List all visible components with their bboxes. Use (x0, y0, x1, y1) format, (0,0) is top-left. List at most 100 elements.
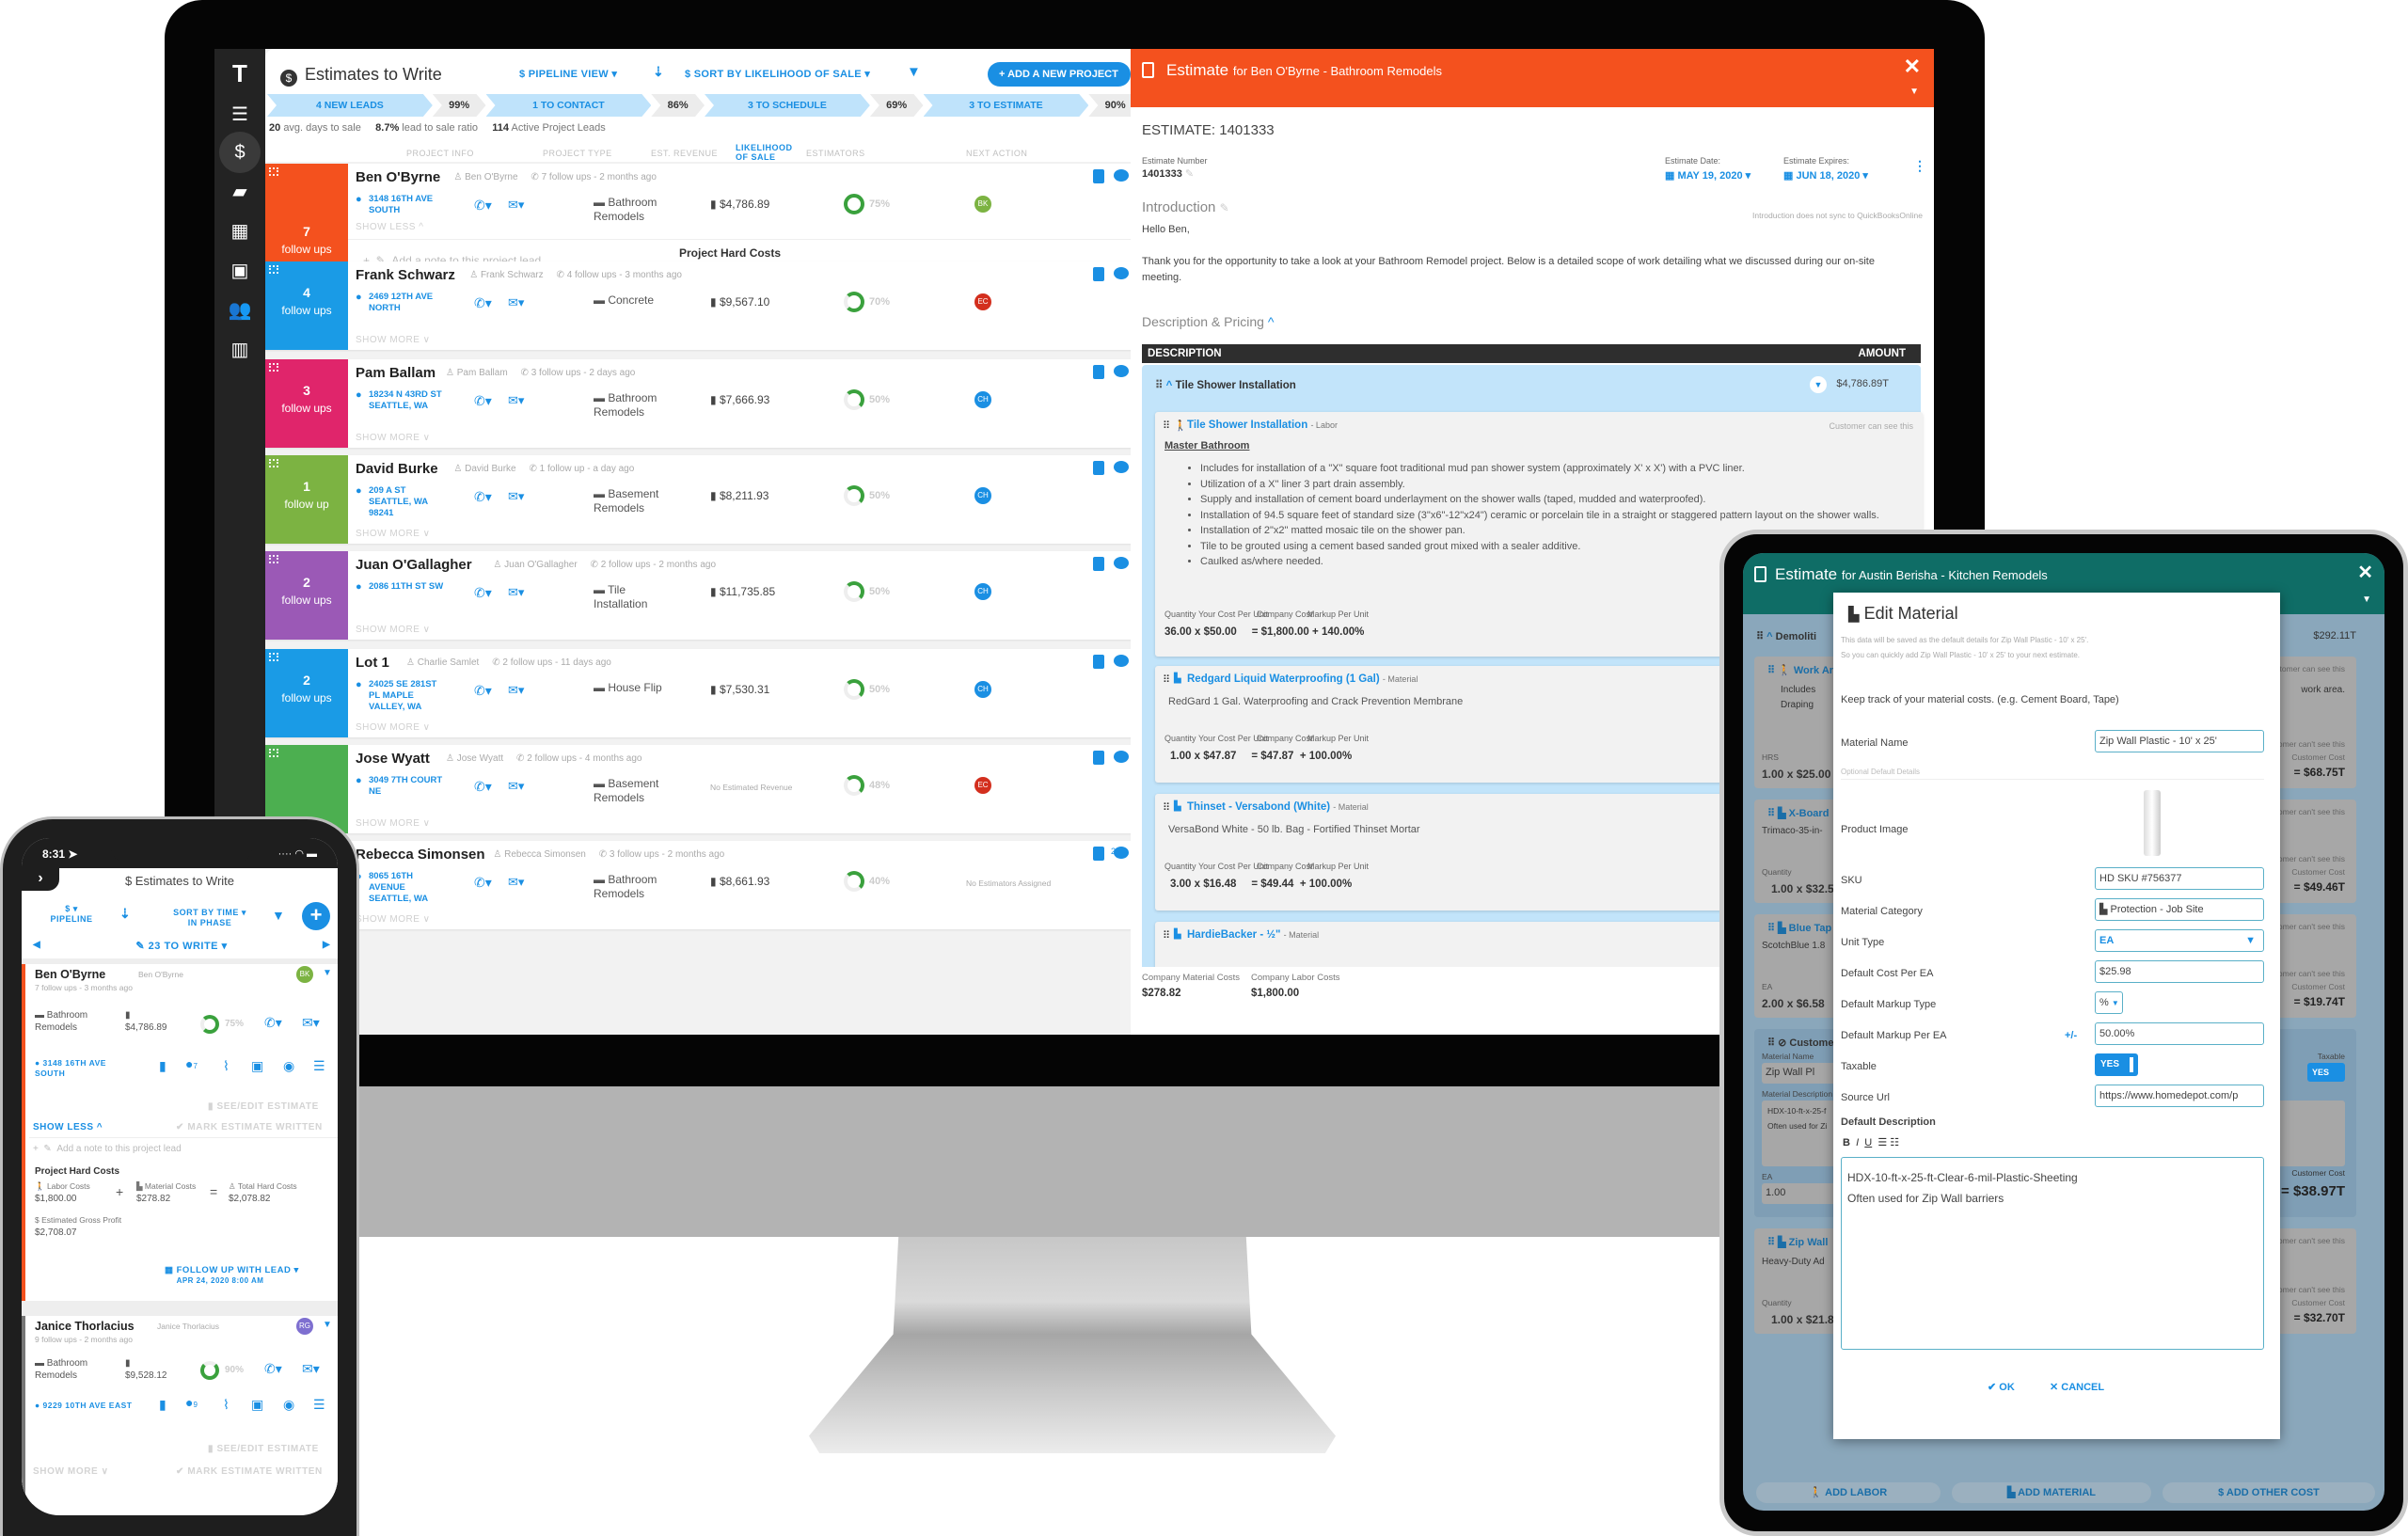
chat-icon[interactable] (1114, 267, 1129, 279)
lead-name[interactable]: Ben O'Byrne (356, 169, 440, 185)
lead-address[interactable]: ● 9229 10TH AVE EAST (35, 1401, 132, 1410)
bar-chart-icon[interactable]: ▥ (214, 331, 265, 369)
next-action-button[interactable]: ▦ FOLLOW UP WITH LEAD ▾ APR 24, 2020 8:0… (165, 1265, 299, 1286)
lead-card[interactable]: Rebecca Simonsen ♙ Rebecca Simonsen ✆ 3 … (265, 841, 1149, 929)
phase-to-estimate[interactable]: 3 TO ESTIMATE (924, 94, 1089, 117)
folder-share-icon[interactable]: ▰ (214, 173, 265, 211)
lead-card[interactable]: 3 follow ups Pam Ballam ♙ Pam Ballam ✆ 3 … (265, 359, 1149, 448)
followup-badge[interactable]: 2 follow ups (265, 649, 348, 737)
hammer-logo-icon[interactable]: T (214, 55, 265, 92)
column-project-type[interactable]: PROJECT TYPE (543, 149, 612, 158)
add-project-lead-button[interactable]: + ADD A NEW PROJECT LEAD (988, 62, 1131, 104)
estimate-number-field[interactable]: 1401333 ✎ (1142, 167, 1194, 180)
chat-icon[interactable] (1114, 169, 1129, 182)
email-icon[interactable]: ✉▾ (508, 489, 524, 504)
attachment-icon[interactable]: ⌇ (223, 1397, 230, 1413)
show-less-toggle[interactable]: SHOW LESS ^ (356, 222, 423, 232)
email-icon[interactable]: ✉▾ (508, 198, 524, 213)
drag-handle-icon[interactable] (269, 265, 278, 274)
chat-icon[interactable] (1114, 365, 1129, 377)
close-icon[interactable]: ✕ (1904, 55, 1921, 79)
phone-call-icon[interactable]: ✆▾ (474, 875, 492, 891)
phone-call-icon[interactable]: ✆▾ (474, 295, 492, 311)
lead-card[interactable]: 1 follow up David Burke ♙ David Burke ✆ 1… (265, 455, 1149, 544)
more-options-icon[interactable]: ⋮ (1913, 158, 1926, 174)
lead-address[interactable]: 24025 SE 281ST PL MAPLE VALLEY, WA (356, 679, 450, 713)
lead-address[interactable]: 8065 16TH AVENUE SEATTLE, WA (356, 871, 450, 905)
markup-sign-toggle[interactable]: +/- (2065, 1030, 2077, 1041)
pipeline-view-dropdown[interactable]: $ ▾ PIPELINE (48, 904, 95, 924)
email-icon[interactable]: ✉▾ (508, 585, 524, 600)
checklist-icon[interactable]: ☰ (313, 1058, 325, 1074)
email-icon[interactable]: ✉▾ (302, 1361, 320, 1377)
lead-address[interactable]: 3148 16TH AVE SOUTH (356, 194, 450, 216)
estimate-doc-icon[interactable]: ▮ (159, 1397, 166, 1413)
email-icon[interactable]: ✉▾ (302, 1015, 320, 1031)
lead-address[interactable]: 3049 7TH COURT NE (356, 775, 450, 798)
show-more-toggle[interactable]: SHOW MORE ∨ (356, 335, 431, 345)
camera-icon[interactable]: ◉ (283, 1058, 294, 1074)
estimate-expires-picker[interactable]: ▦ JUN 18, 2020 ▾ (1783, 169, 1868, 182)
checklist-icon[interactable]: ☰ (214, 96, 265, 134)
group-dropdown-icon[interactable]: ▼ (1810, 376, 1827, 393)
markup-type-select[interactable]: % ▼ (2095, 991, 2123, 1014)
phase-selector[interactable]: ✎ 23 TO WRITE ▾ (116, 940, 247, 952)
lead-name[interactable]: Juan O'Gallagher (356, 557, 472, 573)
estimator-avatar[interactable]: EC (974, 293, 991, 310)
users-icon[interactable]: 👥 (214, 292, 265, 329)
estimate-doc-icon[interactable] (1093, 751, 1104, 765)
phone-lead-card[interactable]: Ben O'Byrne Ben O'Byrne 7 follow ups - 3… (22, 964, 338, 1301)
phase-to-schedule[interactable]: 3 TO SCHEDULE (705, 94, 870, 117)
photos-icon[interactable]: ▣ (251, 1058, 263, 1074)
camera-icon[interactable]: ◉ (283, 1397, 294, 1413)
column-estimators[interactable]: ESTIMATORS (806, 149, 865, 158)
lead-address[interactable]: 209 A ST SEATTLE, WA 98241 (356, 485, 450, 519)
drag-handle-icon[interactable]: ⠿ (1155, 380, 1163, 391)
phase-to-contact[interactable]: 1 TO CONTACT (486, 94, 652, 117)
phone-call-icon[interactable]: ✆▾ (474, 489, 492, 505)
chat-icon[interactable]: ●7 (185, 1056, 198, 1071)
checklist-icon[interactable]: ☰ (313, 1397, 325, 1413)
estimator-avatar[interactable]: CH (974, 391, 991, 408)
bullet-list-button[interactable]: ☰ (1877, 1137, 1887, 1148)
pipeline-view-dropdown[interactable]: $ PIPELINE VIEW ▾ (519, 68, 617, 80)
drag-handle-icon[interactable] (269, 459, 278, 467)
edit-icon[interactable]: ✎ (1185, 168, 1194, 180)
italic-button[interactable]: I (1856, 1137, 1859, 1148)
add-other-cost-button[interactable]: $ ADD OTHER COST (2162, 1482, 2375, 1503)
add-lead-button[interactable]: + (302, 902, 330, 930)
default-description-textarea[interactable]: HDX-10-ft-x-25-ft-Clear-6-mil-Plastic-Sh… (1841, 1157, 2264, 1350)
followup-badge[interactable]: 4 follow ups (265, 261, 348, 350)
mark-estimate-written-button[interactable]: ✔ MARK ESTIMATE WRITTEN (176, 1122, 323, 1132)
lead-card[interactable]: 2 follow ups Lot 1 ♙ Charlie Samlet ✆ 2 f… (265, 649, 1149, 737)
add-material-button[interactable]: ▙ ADD MATERIAL (1952, 1482, 2151, 1503)
phone-call-icon[interactable]: ✆▾ (474, 779, 492, 795)
default-cost-input[interactable]: $25.98 (2095, 960, 2264, 983)
product-image[interactable] (2144, 790, 2161, 856)
show-less-toggle[interactable]: SHOW LESS ^ (33, 1122, 103, 1132)
see-edit-estimate-button[interactable]: ▮ SEE/EDIT ESTIMATE (208, 1444, 319, 1454)
estimator-avatar[interactable]: CH (974, 583, 991, 600)
drag-handle-icon[interactable] (269, 167, 278, 176)
show-more-toggle[interactable]: SHOW MORE ∨ (356, 433, 431, 443)
estimate-doc-icon[interactable] (1093, 365, 1104, 379)
lead-address[interactable]: 2469 12TH AVE NORTH (356, 292, 450, 314)
column-likelihood-of-sale[interactable]: LIKELIHOOD OF SALE (736, 143, 796, 162)
phone-call-icon[interactable]: ✆▾ (474, 585, 492, 601)
show-more-toggle[interactable]: SHOW MORE ∨ (356, 818, 431, 829)
show-more-toggle[interactable]: SHOW MORE ∨ (33, 1466, 109, 1477)
estimate-dollar-icon[interactable]: $ (219, 132, 261, 173)
email-icon[interactable]: ✉▾ (508, 295, 524, 310)
chevron-down-icon[interactable]: ▼ (2362, 594, 2371, 605)
show-more-toggle[interactable]: SHOW MORE ∨ (356, 529, 431, 539)
chevron-up-icon[interactable]: ^ (1166, 380, 1173, 391)
see-edit-estimate-button[interactable]: ▮ SEE/EDIT ESTIMATE (208, 1101, 319, 1112)
drag-handle-icon[interactable] (269, 555, 278, 563)
phone-call-icon[interactable]: ✆▾ (474, 683, 492, 699)
chevron-down-icon[interactable]: ▼ (1909, 87, 1919, 97)
estimator-avatar[interactable]: EC (974, 777, 991, 794)
estimate-doc-icon[interactable]: ▮ (159, 1058, 166, 1074)
description-pricing-toggle[interactable]: Description & Pricing ^ (1142, 314, 1274, 329)
show-more-toggle[interactable]: SHOW MORE ∨ (356, 625, 431, 635)
chat-icon[interactable]: ●9 (185, 1395, 198, 1410)
